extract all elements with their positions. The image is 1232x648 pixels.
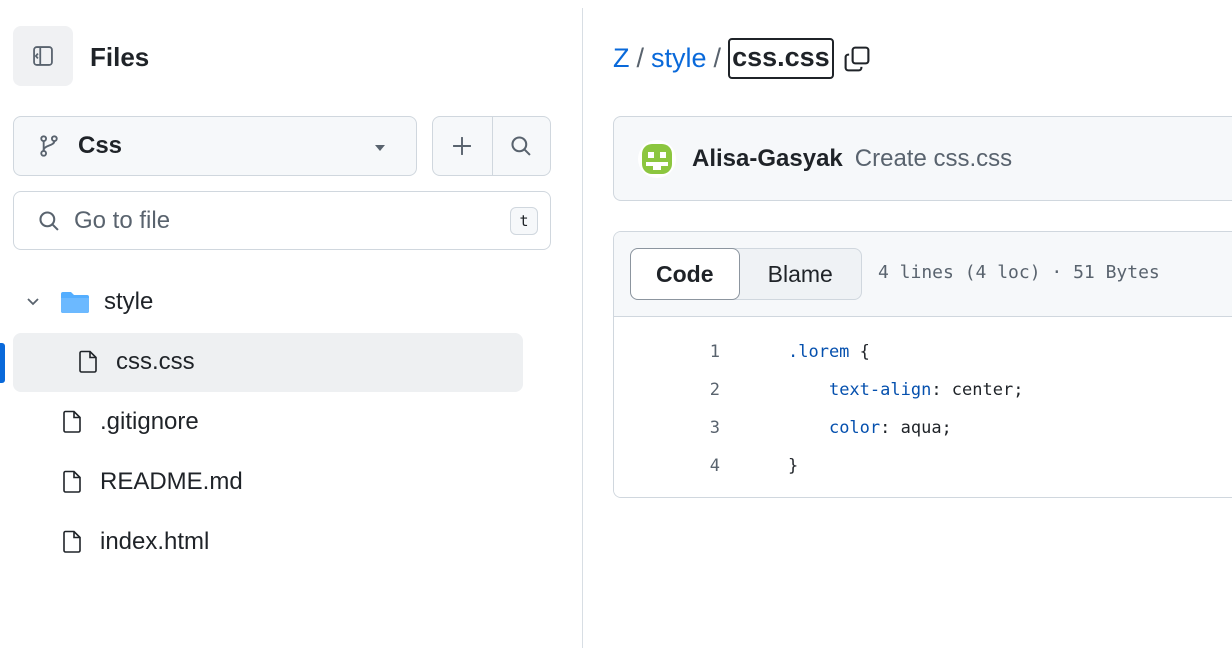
line-number[interactable]: 3 bbox=[614, 418, 720, 438]
commit-author-link[interactable]: Alisa-Gasyak bbox=[692, 145, 843, 173]
file-viewer-header: Code Blame 4 lines (4 loc) · 51 Bytes bbox=[614, 232, 1232, 317]
line-source: color: aqua; bbox=[788, 418, 952, 438]
css-property-token: color bbox=[828, 418, 881, 438]
plus-icon bbox=[453, 137, 472, 155]
line-number[interactable]: 2 bbox=[614, 380, 720, 400]
breadcrumb-folder-link[interactable]: style bbox=[651, 43, 707, 74]
tree-item-index-html[interactable]: index.html bbox=[62, 528, 209, 556]
code-token: : aqua; bbox=[880, 418, 952, 438]
code-line: 1 .lorem { bbox=[614, 333, 870, 371]
avatar[interactable] bbox=[638, 139, 676, 178]
branch-name: Css bbox=[78, 132, 123, 159]
folder-icon bbox=[61, 292, 89, 313]
code-content[interactable]: 1 .lorem { 2 text-align: center; 3 color… bbox=[614, 317, 1232, 497]
tree-item-label: .gitignore bbox=[100, 408, 199, 435]
breadcrumb-separator: / bbox=[713, 43, 722, 73]
breadcrumb-separator: / bbox=[636, 43, 645, 73]
breadcrumb: Z / style / css.css bbox=[613, 38, 871, 79]
search-icon bbox=[39, 210, 59, 231]
search-code-button[interactable] bbox=[491, 117, 551, 175]
tree-item-label: css.css bbox=[116, 348, 195, 375]
tree-item-gitignore[interactable]: .gitignore bbox=[62, 408, 199, 436]
line-source: text-align: center; bbox=[788, 380, 1023, 400]
tab-blame[interactable]: Blame bbox=[740, 249, 861, 299]
keyboard-shortcut-hint: t bbox=[510, 207, 538, 235]
file-icon bbox=[63, 410, 81, 433]
sidebar-collapse-icon bbox=[33, 46, 53, 66]
file-actions-group bbox=[432, 116, 551, 176]
tree-item-css-css[interactable]: css.css bbox=[78, 348, 195, 376]
code-token: : center; bbox=[931, 380, 1024, 400]
tab-code[interactable]: Code bbox=[630, 248, 740, 300]
tree-item-label: style bbox=[104, 288, 154, 315]
triangle-down-icon bbox=[375, 145, 385, 151]
latest-commit-box: Alisa-Gasyak Create css.css bbox=[613, 116, 1232, 201]
commit-message-link[interactable]: Create css.css bbox=[855, 145, 1012, 173]
breadcrumb-repo-link[interactable]: Z bbox=[613, 43, 630, 74]
tree-item-readme[interactable]: README.md bbox=[62, 468, 243, 496]
view-mode-toggle: Code Blame bbox=[630, 248, 862, 300]
tree-item-style[interactable]: style bbox=[26, 288, 153, 316]
go-to-file-input[interactable] bbox=[74, 206, 474, 235]
copy-icon bbox=[844, 46, 870, 71]
code-line: 2 text-align: center; bbox=[614, 371, 1024, 409]
chevron-down-icon bbox=[27, 298, 39, 306]
file-icon bbox=[79, 350, 97, 373]
add-file-button[interactable] bbox=[433, 117, 492, 175]
sidebar-divider[interactable] bbox=[582, 8, 583, 648]
file-viewer: Code Blame 4 lines (4 loc) · 51 Bytes 1 … bbox=[613, 231, 1232, 498]
css-property-token: text-align bbox=[828, 380, 932, 400]
code-line: 3 color: aqua; bbox=[614, 409, 952, 447]
go-to-file-field[interactable]: t bbox=[13, 191, 551, 250]
line-source: } bbox=[788, 456, 798, 476]
active-indicator bbox=[0, 343, 5, 383]
tree-item-label: index.html bbox=[100, 528, 210, 555]
sidebar-toggle-button[interactable] bbox=[13, 26, 73, 86]
line-source: .lorem { bbox=[788, 342, 870, 362]
tree-item-label: README.md bbox=[100, 468, 243, 495]
code-token: { bbox=[849, 342, 870, 362]
line-number[interactable]: 4 bbox=[614, 456, 720, 476]
branch-select-button[interactable]: Css bbox=[13, 116, 417, 176]
search-icon bbox=[511, 136, 531, 156]
code-line: 4 } bbox=[614, 447, 799, 485]
git-branch-icon bbox=[40, 135, 58, 157]
app-root: Files Css Go to file t style css.css .gi… bbox=[0, 0, 1232, 648]
file-tree-sidebar: Files Css Go to file t style css.css .gi… bbox=[0, 0, 582, 648]
file-icon bbox=[63, 530, 81, 553]
sidebar-title: Files bbox=[90, 42, 150, 72]
breadcrumb-current-file: css.css bbox=[728, 38, 834, 79]
file-icon bbox=[63, 470, 81, 493]
css-selector-token: .lorem bbox=[788, 342, 850, 362]
file-size-info: 4 lines (4 loc) · 51 Bytes bbox=[878, 262, 1160, 283]
line-number[interactable]: 1 bbox=[614, 342, 720, 362]
code-token: } bbox=[788, 456, 799, 476]
copy-path-button[interactable] bbox=[843, 45, 871, 73]
